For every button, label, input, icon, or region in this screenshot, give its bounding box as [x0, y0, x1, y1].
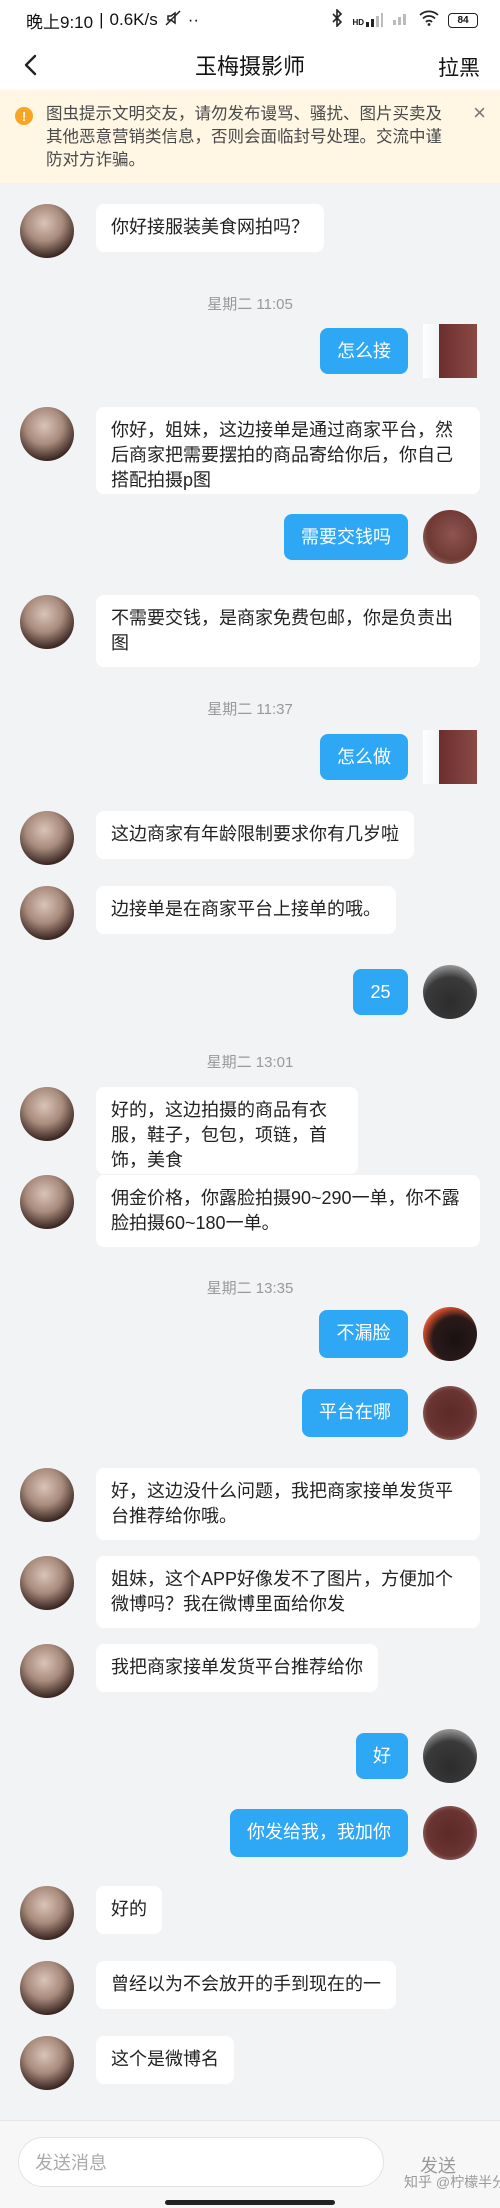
block-button[interactable]: 拉黑 — [438, 52, 480, 82]
timestamp: 星期二 11:37 — [207, 701, 293, 718]
signal-hd-icon: HD — [352, 13, 383, 27]
status-separator: | — [99, 10, 104, 29]
message-bubble-incoming[interactable]: 你好接服装美食网拍吗？ — [96, 204, 324, 252]
mute-icon — [164, 9, 182, 32]
avatar[interactable] — [20, 1175, 74, 1229]
status-time: 晚上9:10 — [26, 12, 94, 32]
message-bubble-incoming[interactable]: 好的，这边拍摄的商品有衣服，鞋子，包包，项链，首饰，美食 — [96, 1087, 358, 1174]
message-bubble-outgoing[interactable]: 怎么做 — [320, 734, 408, 780]
signal-icon — [392, 10, 410, 30]
message-bubble-incoming[interactable]: 好，这边没什么问题，我把商家接单发货平台推荐给你哦。 — [96, 1468, 480, 1540]
message-bubble-outgoing[interactable]: 怎么接 — [320, 328, 408, 374]
message-input[interactable]: 发送消息 — [18, 2137, 384, 2187]
bluetooth-icon — [331, 7, 343, 32]
message-bubble-incoming[interactable]: 不需要交钱，是商家免费包邮，你是负责出图 — [96, 595, 480, 667]
message-bubble-outgoing[interactable]: 好 — [356, 1733, 408, 1779]
avatar[interactable] — [20, 1556, 74, 1610]
page-title: 玉梅摄影师 — [194, 54, 305, 79]
status-more: ·· — [187, 10, 200, 29]
message-bubble-incoming[interactable]: 你好，姐妹，这边接单是通过商家平台，然后商家把需要摆拍的商品寄给你后，你自己搭配… — [96, 407, 480, 494]
chat-area[interactable]: 你好接服装美食网拍吗？ 星期二 11:05 怎么接 你好，姐妹，这边接单是通过商… — [0, 183, 500, 2120]
back-icon[interactable] — [18, 52, 44, 78]
avatar[interactable] — [20, 204, 74, 258]
message-bubble-incoming[interactable]: 这个是微博名 — [96, 2036, 234, 2084]
status-net-speed: 0.6K/s — [109, 10, 158, 29]
message-bubble-outgoing[interactable]: 平台在哪 — [302, 1389, 408, 1437]
message-bubble-incoming[interactable]: 这边商家有年龄限制要求你有几岁啦 — [96, 811, 414, 859]
message-bubble-incoming[interactable]: 佣金价格，你露脸拍摄90~290一单，你不露脸拍摄60~180一单。 — [96, 1175, 480, 1247]
input-bar: 发送消息 发送 — [0, 2120, 500, 2208]
notice-text: 图虫提示文明交友，请勿发布谩骂、骚扰、图片买卖及其他恶意营销类信息，否则会面临封… — [46, 105, 442, 169]
avatar[interactable] — [20, 1644, 74, 1698]
avatar[interactable] — [423, 965, 477, 1019]
avatar[interactable] — [20, 886, 74, 940]
avatar[interactable] — [20, 1886, 74, 1940]
signal-hd-label: HD — [352, 18, 364, 27]
warning-icon: ! — [15, 107, 33, 125]
avatar[interactable] — [20, 595, 74, 649]
avatar[interactable] — [20, 1087, 74, 1141]
avatar[interactable] — [423, 1307, 477, 1361]
avatar[interactable] — [423, 1729, 477, 1783]
chat-header: 玉梅摄影师 拉黑 — [0, 40, 500, 90]
message-bubble-outgoing[interactable]: 不漏脸 — [319, 1310, 408, 1358]
avatar[interactable] — [20, 811, 74, 865]
message-bubble-incoming[interactable]: 好的 — [96, 1886, 162, 1934]
avatar[interactable] — [423, 510, 477, 564]
avatar[interactable] — [20, 1961, 74, 2015]
home-indicator[interactable] — [165, 2200, 335, 2205]
message-bubble-outgoing[interactable]: 25 — [353, 969, 408, 1015]
status-bar: 晚上9:10 | 0.6K/s ·· HD 84 — [0, 0, 500, 40]
timestamp: 星期二 13:01 — [206, 1054, 294, 1071]
message-bubble-incoming[interactable]: 姐妹，这个APP好像发不了图片，方便加个微博吗？我在微博里面给你发 — [96, 1556, 480, 1628]
message-bubble-outgoing[interactable]: 需要交钱吗 — [284, 514, 408, 560]
avatar[interactable] — [423, 730, 477, 784]
avatar[interactable] — [423, 1386, 477, 1440]
message-bubble-incoming[interactable]: 曾经以为不会放开的手到现在的一 — [96, 1961, 396, 2009]
battery-icon: 84 — [448, 12, 478, 28]
avatar[interactable] — [20, 2036, 74, 2090]
message-bubble-incoming[interactable]: 我把商家接单发货平台推荐给你 — [96, 1644, 378, 1692]
wifi-icon — [419, 10, 439, 31]
message-bubble-outgoing[interactable]: 你发给我，我加你 — [230, 1809, 408, 1857]
avatar[interactable] — [423, 324, 477, 378]
timestamp: 星期二 13:35 — [206, 1280, 294, 1297]
watermark: 知乎 @柠檬半分甜 — [404, 2174, 500, 2190]
avatar[interactable] — [20, 1468, 74, 1522]
message-bubble-incoming[interactable]: 边接单是在商家平台上接单的哦。 — [96, 886, 396, 934]
avatar[interactable] — [423, 1806, 477, 1860]
close-icon[interactable]: × — [473, 102, 486, 124]
timestamp: 星期二 11:05 — [207, 296, 293, 313]
safety-notice: ! 图虫提示文明交友，请勿发布谩骂、骚扰、图片买卖及其他恶意营销类信息，否则会面… — [0, 90, 500, 183]
avatar[interactable] — [20, 407, 74, 461]
